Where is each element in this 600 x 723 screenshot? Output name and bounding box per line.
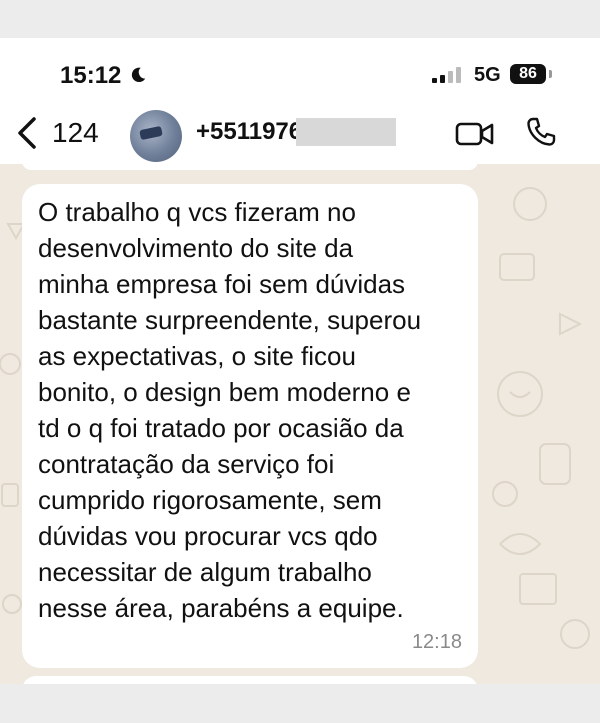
next-message-bubble xyxy=(22,676,478,684)
status-bar: 15:12 5G 86 xyxy=(0,38,600,108)
battery-level: 86 xyxy=(510,64,546,84)
chat-header: 124 +5511976 xyxy=(0,108,600,164)
battery-tip xyxy=(549,70,552,78)
cellular-signal-icon xyxy=(432,67,461,83)
message-text: O trabalho q vcs fizeram no desenvolvime… xyxy=(38,197,422,623)
phone-icon[interactable] xyxy=(525,116,557,148)
moon-icon xyxy=(131,67,146,83)
phone-screen: 15:12 5G 86 124 +5511976 O trabalho q vc… xyxy=(0,38,600,684)
back-button[interactable]: 124 xyxy=(16,116,99,150)
contact-name[interactable]: +5511976 xyxy=(196,118,302,146)
chevron-left-icon xyxy=(18,117,36,149)
network-type: 5G xyxy=(474,64,501,86)
previous-message-bubble xyxy=(22,164,478,170)
unread-count: 124 xyxy=(52,117,99,148)
message-bubble[interactable]: O trabalho q vcs fizeram no desenvolvime… xyxy=(22,184,478,668)
message-time: 12:18 xyxy=(411,631,462,653)
redacted-region xyxy=(296,118,396,146)
video-camera-icon[interactable] xyxy=(455,120,495,148)
status-time: 15:12 xyxy=(60,62,122,89)
chat-area: O trabalho q vcs fizeram no desenvolvime… xyxy=(0,164,600,684)
avatar[interactable] xyxy=(130,110,182,162)
